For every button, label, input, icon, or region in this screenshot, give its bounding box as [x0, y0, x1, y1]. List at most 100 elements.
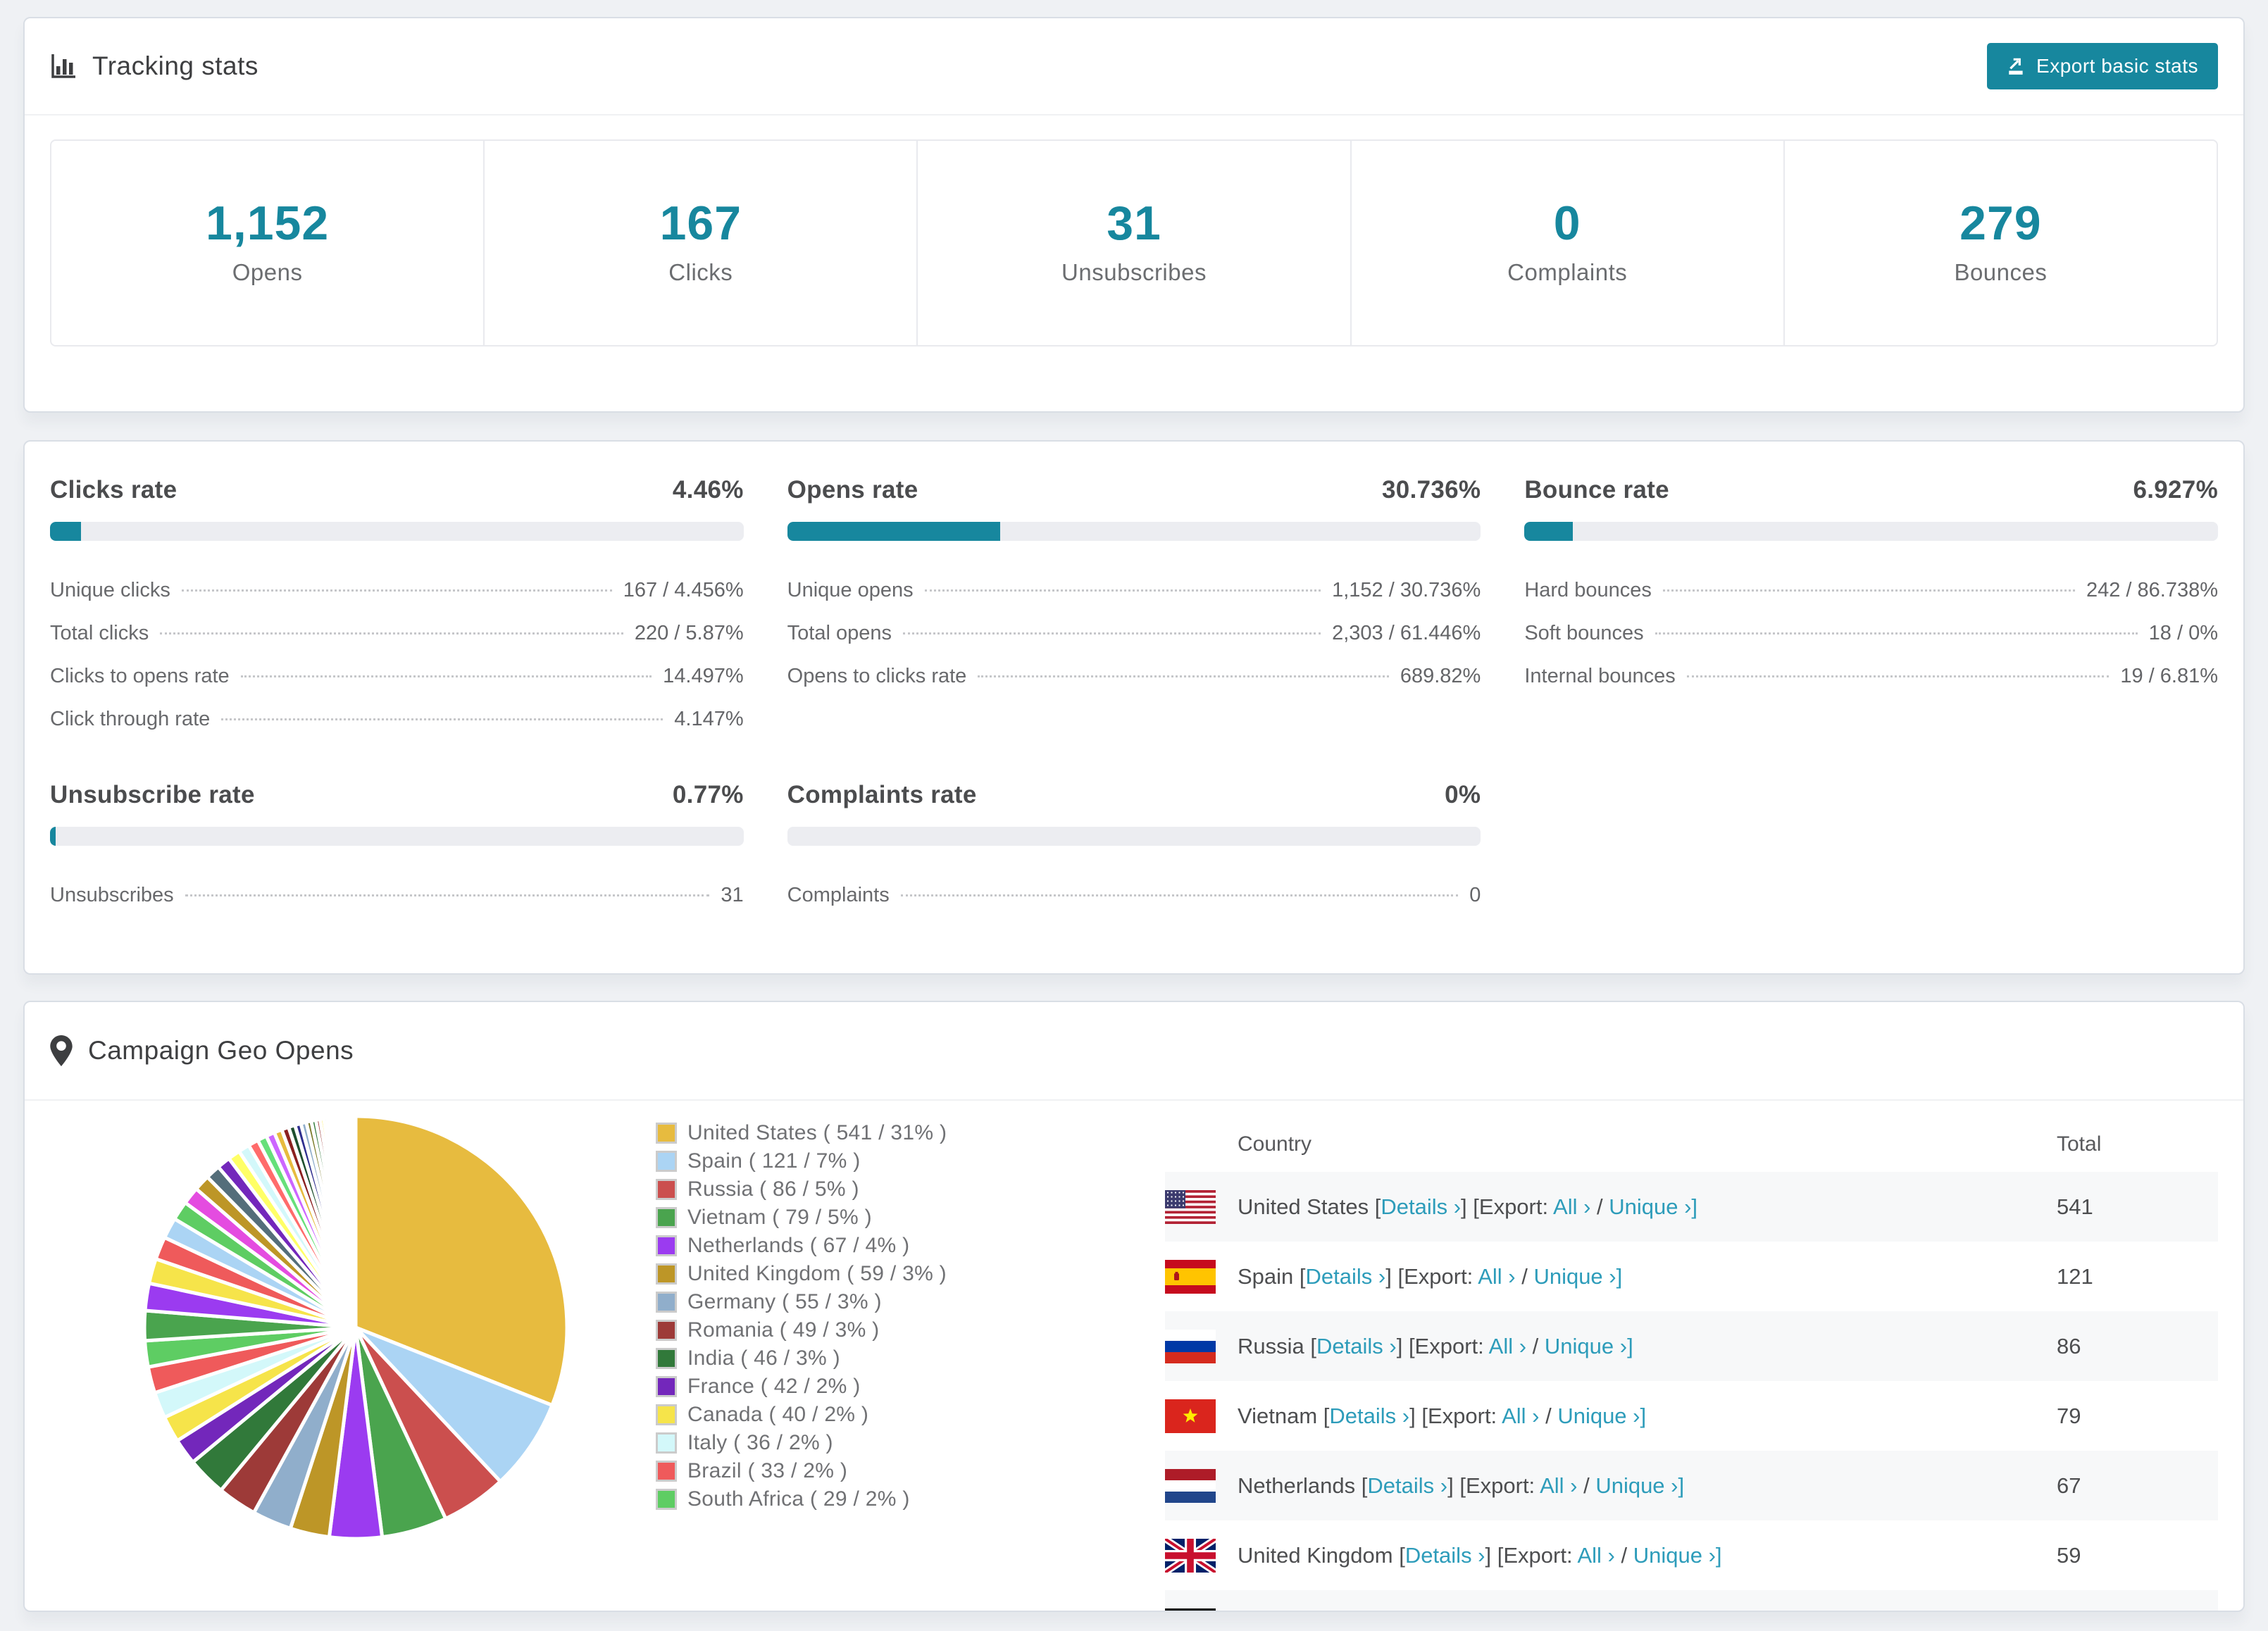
legend-item: Italy ( 36 / 2% ): [656, 1429, 1165, 1457]
rate-row-value: 14.497%: [663, 665, 744, 687]
details-link[interactable]: Details ›: [1381, 1194, 1461, 1219]
legend-label: Brazil ( 33 / 2% ): [687, 1459, 848, 1482]
rate-value: 0%: [1445, 781, 1481, 808]
geo-header: Campaign Geo Opens: [25, 1002, 2243, 1101]
stat-label: Opens: [232, 259, 303, 285]
legend-swatch: [656, 1207, 677, 1228]
export-unique-link[interactable]: Unique ›]: [1545, 1334, 1633, 1358]
bracket: [: [1399, 1542, 1405, 1568]
legend-item: South Africa ( 29 / 2% ): [656, 1485, 1165, 1513]
legend-label: Spain ( 121 / 7% ): [687, 1149, 861, 1173]
rate-row-label: Unsubscribes: [50, 884, 174, 906]
legend-swatch: [656, 1489, 677, 1510]
geo-body: United States ( 541 / 31% ) Spain ( 121 /…: [25, 1101, 2243, 1611]
details-link[interactable]: Details ›: [1316, 1334, 1397, 1358]
geo-table-header: Country Total: [1165, 1117, 2218, 1172]
dotted-leader: [160, 632, 623, 635]
geo-pie-chart: [50, 1101, 656, 1611]
rate-rows: Unique clicks 167 / 4.456% Total clicks 220…: [50, 569, 744, 741]
legend-swatch: [656, 1404, 677, 1425]
total-column-header: Total: [2057, 1132, 2102, 1156]
legend-swatch: [656, 1461, 677, 1482]
details-link[interactable]: Details ›: [1306, 1264, 1386, 1289]
country-name: Vietnam: [1238, 1403, 1323, 1428]
country-name: United States: [1238, 1194, 1375, 1219]
bar-chart-icon: [50, 53, 77, 80]
rate-row-value: 19 / 6.81%: [2120, 665, 2218, 687]
export-basic-stats-button[interactable]: Export basic stats: [1987, 43, 2218, 89]
export-all-link[interactable]: All ›: [1489, 1334, 1526, 1358]
country-column-header: Country: [1238, 1132, 1312, 1156]
details-link[interactable]: Details ›: [1405, 1543, 1485, 1568]
export-all-link[interactable]: All ›: [1553, 1194, 1590, 1219]
export-all-link[interactable]: All ›: [1540, 1473, 1577, 1498]
legend-label: Canada ( 40 / 2% ): [687, 1403, 869, 1426]
legend-item: France ( 42 / 2% ): [656, 1373, 1165, 1401]
rate-title: Unsubscribe rate: [50, 781, 255, 808]
bracket: ]: [1485, 1542, 1497, 1568]
progress-fill: [50, 522, 81, 541]
rate-row-value: 31: [721, 884, 744, 906]
rate-head: Bounce rate 6.927%: [1524, 477, 2218, 504]
export-all-link[interactable]: All ›: [1577, 1543, 1614, 1568]
table-row-es: Spain [Details ›] [Export: All › / Uniqu…: [1165, 1242, 2218, 1311]
dotted-leader: [181, 589, 612, 592]
legend-swatch: [656, 1123, 677, 1144]
total-cell: 541: [2057, 1194, 2093, 1219]
export-unique-link[interactable]: Unique ›]: [1609, 1194, 1697, 1219]
dotted-leader: [1662, 589, 2075, 592]
export-unique-link[interactable]: Unique ›]: [1533, 1264, 1622, 1289]
rate-row-value: 689.82%: [1400, 665, 1481, 687]
rate-row: Total clicks 220 / 5.87%: [50, 612, 744, 655]
rate-row-label: Clicks to opens rate: [50, 665, 230, 687]
export-all-link[interactable]: All ›: [1502, 1404, 1539, 1428]
dotted-leader: [924, 589, 1321, 592]
legend-swatch: [656, 1432, 677, 1454]
rate-row: Unique clicks 167 / 4.456%: [50, 569, 744, 612]
total-cell: 86: [2057, 1333, 2081, 1358]
rate-rows: Complaints 0: [787, 874, 1481, 917]
legend-item: Romania ( 49 / 3% ): [656, 1316, 1165, 1344]
export-unique-link[interactable]: Unique ›]: [1557, 1404, 1646, 1428]
rate-block-complaints-rate: Complaints rate 0% Complaints 0: [787, 782, 1481, 917]
bracket: ]: [1447, 1473, 1460, 1498]
bracket: [: [1299, 1263, 1306, 1289]
rate-row-label: Complaints: [787, 884, 890, 906]
table-row-vn: Vietnam [Details ›] [Export: All › / Uni…: [1165, 1381, 2218, 1451]
vn-flag-icon: [1165, 1399, 1216, 1433]
export-all-link[interactable]: All ›: [1478, 1264, 1515, 1289]
bracket: [: [1310, 1333, 1316, 1358]
progress-fill: [787, 522, 1001, 541]
geo-legend: United States ( 541 / 31% ) Spain ( 121 /…: [656, 1119, 1165, 1611]
rate-row-label: Unique clicks: [50, 579, 170, 601]
progress-track: [50, 827, 744, 846]
progress-track: [50, 522, 744, 541]
details-link[interactable]: Details ›: [1367, 1473, 1447, 1498]
rate-rows: Unsubscribes 31: [50, 874, 744, 917]
bracket: ]: [1461, 1194, 1473, 1219]
legend-swatch: [656, 1263, 677, 1285]
tracking-stats-card: Tracking stats Export basic stats 1,152 O…: [23, 17, 2245, 413]
country-cell: United Kingdom [Details ›] [Export: All …: [1165, 1538, 2057, 1573]
rate-head: Unsubscribe rate 0.77%: [50, 782, 744, 808]
legend-swatch: [656, 1348, 677, 1369]
rate-row: Clicks to opens rate 14.497%: [50, 655, 744, 698]
export-label: [Export:: [1473, 1194, 1554, 1219]
progress-track: [787, 522, 1481, 541]
map-pin-icon: [50, 1035, 73, 1066]
export-label: [Export:: [1459, 1473, 1540, 1498]
details-link[interactable]: Details ›: [1329, 1404, 1409, 1428]
export-label: [Export:: [1408, 1333, 1489, 1358]
export-unique-link[interactable]: Unique ›]: [1633, 1543, 1722, 1568]
rate-title: Complaints rate: [787, 781, 977, 808]
export-unique-link[interactable]: Unique ›]: [1595, 1473, 1684, 1498]
stat-label: Clicks: [668, 259, 733, 285]
legend-label: France ( 42 / 2% ): [687, 1375, 861, 1398]
rate-rows: Hard bounces 242 / 86.738% Soft bounces 18 …: [1524, 569, 2218, 698]
legend-label: India ( 46 / 3% ): [687, 1346, 840, 1370]
stat-label: Complaints: [1507, 259, 1628, 285]
rate-value: 30.736%: [1382, 476, 1481, 504]
stat-box-clicks: 167 Clicks: [485, 141, 918, 345]
total-cell: 67: [2057, 1473, 2081, 1498]
campaign-geo-opens-card: Campaign Geo Opens United States ( 541 /…: [23, 1001, 2245, 1612]
